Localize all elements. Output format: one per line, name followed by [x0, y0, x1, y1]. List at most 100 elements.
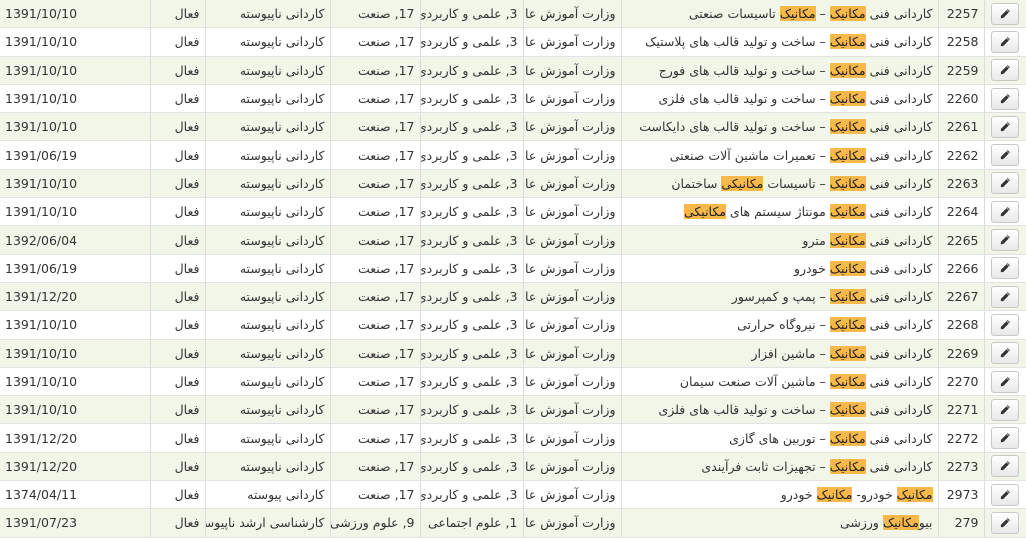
date: 1374/04/11 [0, 480, 151, 510]
degree: کارشناسی ارشد ناپیوسته [205, 508, 331, 538]
edit-button[interactable] [991, 398, 1020, 421]
organization: وزارت آموزش عالی [523, 56, 622, 85]
pencil-icon [1001, 235, 1011, 245]
row-id: 2273 [938, 452, 985, 482]
program-title: کاردانی فنی مکانیک مونتاژ سیستم های مکان… [621, 197, 939, 227]
status: فعال [150, 395, 206, 425]
date: 1391/07/23 [0, 508, 151, 538]
edit-button[interactable] [991, 115, 1020, 138]
program-title: کاردانی فنی مکانیک – تجهیزات ثابت فرآیند… [621, 452, 939, 482]
pencil-icon [1001, 404, 1011, 414]
edit-button[interactable] [991, 200, 1020, 223]
edit-button[interactable] [991, 87, 1020, 110]
status: فعال [150, 339, 206, 368]
program-title: کاردانی فنی مکانیک – تاسیسات مکانیکی ساخ… [621, 169, 939, 199]
group: 3, علمی و کاربردی [420, 452, 524, 482]
program-title: کاردانی فنی مکانیک – ساخت و تولید قالب ه… [621, 84, 939, 114]
row-id: 2259 [938, 56, 985, 85]
date: 1391/12/20 [0, 452, 151, 482]
degree: کاردانی ناپیوسته [205, 423, 331, 453]
field: 17, صنعت [330, 423, 421, 453]
status: فعال [150, 367, 206, 397]
search-highlight: مکانیک [882, 515, 919, 531]
search-highlight: مکانیک [829, 458, 866, 474]
organization: وزارت آموزش عالی [523, 339, 622, 368]
degree: کاردانی پیوسته [205, 480, 331, 510]
row-id: 2266 [938, 254, 985, 283]
field: 17, صنعت [330, 254, 421, 283]
field: 17, صنعت [330, 84, 421, 114]
degree: کاردانی ناپیوسته [205, 254, 331, 283]
field: 17, صنعت [330, 112, 421, 142]
pencil-icon [1001, 461, 1011, 471]
row-id: 2265 [938, 225, 985, 255]
row-id: 2268 [938, 310, 985, 340]
pencil-icon [1001, 121, 1011, 131]
degree: کاردانی ناپیوسته [205, 225, 331, 255]
edit-button[interactable] [991, 511, 1020, 534]
pencil-icon [1001, 433, 1011, 443]
title-segment: – توربین های گازی [729, 430, 830, 446]
edit-button[interactable] [991, 483, 1020, 506]
group: 3, علمی و کاربردی [420, 197, 524, 227]
status: فعال [150, 197, 206, 227]
edit-button[interactable] [991, 30, 1020, 53]
degree: کاردانی ناپیوسته [205, 282, 331, 312]
group: 3, علمی و کاربردی [420, 225, 524, 255]
results-table: 2257 کاردانی فنی مکانیک – مکانیک تاسیسات… [0, 0, 1026, 538]
group: 3, علمی و کاربردی [420, 395, 524, 425]
organization: وزارت آموزش عالی [523, 84, 622, 114]
degree: کاردانی ناپیوسته [205, 367, 331, 397]
table-row: 2262 کاردانی فنی مکانیک – تعمیرات ماشین … [0, 140, 1026, 170]
search-highlight: مکانیکی [721, 175, 764, 191]
title-segment: خودرو [780, 487, 817, 503]
row-id: 2269 [938, 339, 985, 368]
organization: وزارت آموزش عالی [523, 0, 622, 29]
date: 1391/06/19 [0, 140, 151, 170]
title-segment: – ماشین افزار [751, 345, 830, 361]
title-segment: کاردانی فنی [865, 232, 933, 248]
search-highlight: مکانیک [829, 119, 866, 135]
table-row: 2270 کاردانی فنی مکانیک – ماشین آلات صنع… [0, 367, 1026, 397]
edit-button[interactable] [991, 285, 1020, 308]
edit-cell [984, 282, 1026, 312]
table-row: 2258 کاردانی فنی مکانیک – ساخت و تولید ق… [0, 27, 1026, 57]
organization: وزارت آموزش عالی [523, 140, 622, 170]
edit-button[interactable] [991, 229, 1020, 252]
pencil-icon [1001, 178, 1011, 188]
edit-button[interactable] [991, 172, 1020, 195]
program-title: کاردانی فنی مکانیک – ماشین افزار [621, 339, 939, 368]
edit-cell [984, 452, 1026, 482]
edit-cell [984, 339, 1026, 368]
table-row: 2273 کاردانی فنی مکانیک – تجهیزات ثابت ف… [0, 452, 1026, 482]
row-id: 2973 [938, 480, 985, 510]
edit-button[interactable] [991, 59, 1020, 82]
field: 17, صنعت [330, 56, 421, 85]
table-row: 2266 کاردانی فنی مکانیک خودرو وزارت آموز… [0, 254, 1026, 283]
edit-button[interactable] [991, 342, 1020, 365]
organization: وزارت آموزش عالی [523, 452, 622, 482]
edit-cell [984, 112, 1026, 142]
edit-button[interactable] [991, 257, 1020, 280]
degree: کاردانی ناپیوسته [205, 84, 331, 114]
degree: کاردانی ناپیوسته [205, 0, 331, 29]
row-id: 2264 [938, 197, 985, 227]
edit-button[interactable] [991, 2, 1020, 25]
table-row: 2269 کاردانی فنی مکانیک – ماشین افزار وز… [0, 339, 1026, 368]
edit-button[interactable] [991, 370, 1020, 393]
edit-button[interactable] [991, 455, 1020, 478]
degree: کاردانی ناپیوسته [205, 452, 331, 482]
date: 1391/10/10 [0, 310, 151, 340]
edit-button[interactable] [991, 144, 1020, 167]
edit-cell [984, 254, 1026, 283]
row-id: 2257 [938, 0, 985, 29]
edit-button[interactable] [991, 313, 1020, 336]
title-segment: کاردانی فنی [865, 147, 933, 163]
title-segment: کاردانی فنی [865, 91, 933, 107]
organization: وزارت آموزش عالی [523, 27, 622, 57]
table-row: 2973 مکانیک خودرو- مکانیک خودرو وزارت آم… [0, 480, 1026, 510]
date: 1391/06/19 [0, 254, 151, 283]
field: 17, صنعت [330, 480, 421, 510]
edit-cell [984, 508, 1026, 538]
edit-button[interactable] [991, 427, 1020, 450]
